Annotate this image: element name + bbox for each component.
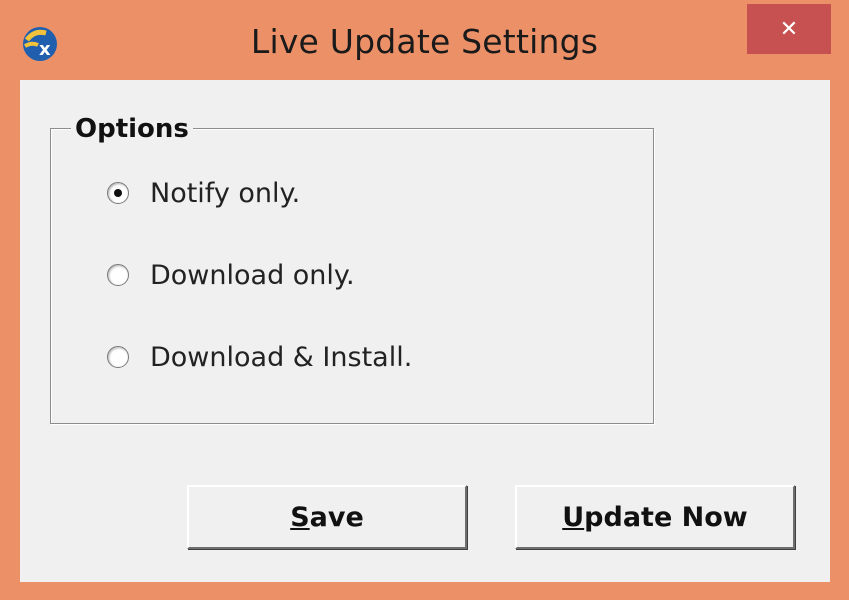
radio-download-only[interactable]: Download only.: [107, 259, 355, 291]
save-mnemonic: S: [290, 501, 310, 533]
update-now-button[interactable]: Update Now: [515, 485, 795, 549]
update-now-label-rest: pdate Now: [584, 501, 748, 533]
radio-notify-only[interactable]: Notify only.: [107, 177, 300, 209]
title-bar[interactable]: x Live Update Settings ✕: [0, 0, 849, 80]
options-group-label: Options: [71, 115, 193, 143]
live-update-settings-window: x Live Update Settings ✕ Options Notify …: [0, 0, 849, 600]
radio-label-download-install[interactable]: Download & Install.: [150, 342, 412, 373]
radio-download-install[interactable]: Download & Install.: [107, 341, 412, 373]
save-label-rest: ave: [309, 501, 364, 533]
close-button[interactable]: ✕: [747, 4, 831, 54]
window-title: Live Update Settings: [250, 22, 599, 61]
radio-button-checked-icon[interactable]: [107, 182, 129, 204]
save-button[interactable]: Save: [187, 485, 467, 549]
options-groupbox: Options Notify only. Download only. Down…: [50, 115, 654, 424]
radio-label-download-only[interactable]: Download only.: [150, 260, 355, 291]
radio-button-unchecked-icon[interactable]: [107, 346, 129, 368]
update-now-mnemonic: U: [562, 501, 585, 533]
dialog-client-area: Options Notify only. Download only. Down…: [20, 80, 830, 582]
radio-label-notify-only[interactable]: Notify only.: [150, 178, 300, 209]
close-icon: ✕: [779, 16, 799, 42]
radio-button-unchecked-icon[interactable]: [107, 264, 129, 286]
